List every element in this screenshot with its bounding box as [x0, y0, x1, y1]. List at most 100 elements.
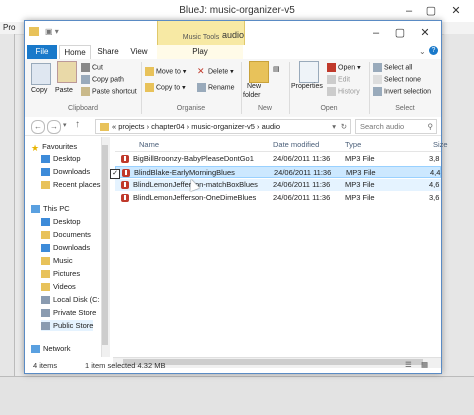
- breadcrumb[interactable]: « projects › chapter04 › music-organizer…: [95, 119, 351, 134]
- rename-label: Rename: [208, 84, 235, 92]
- file-size: 3,8: [429, 154, 440, 163]
- tab-file[interactable]: File: [27, 45, 57, 59]
- file-size: 3,6: [429, 193, 440, 202]
- file-explorer-window: ▣ ▾ Music Tools audio – ▢ ✕ File Home Sh…: [24, 20, 448, 374]
- forward-arrow-icon[interactable]: →: [47, 120, 61, 134]
- row-checkbox[interactable]: ✓: [110, 169, 120, 179]
- recent-locations-icon[interactable]: ▾: [63, 121, 67, 129]
- select-all-icon: [373, 63, 382, 72]
- open-button[interactable]: Open ▾: [327, 63, 361, 72]
- edit-icon: [327, 75, 336, 84]
- nav-public-store[interactable]: Public Store: [41, 320, 94, 331]
- bluej-side-toolbar: [0, 34, 15, 414]
- desktop-icon: [41, 218, 50, 227]
- downloads-icon: [41, 168, 50, 177]
- tab-view[interactable]: View: [125, 45, 153, 59]
- mp3-file-icon: [121, 181, 129, 189]
- address-dropdown-icon[interactable]: ▾: [332, 120, 336, 133]
- nav-label: Videos: [53, 282, 76, 291]
- paste-button[interactable]: Paste: [55, 87, 73, 94]
- paste-shortcut-button[interactable]: Paste shortcut: [81, 87, 137, 96]
- select-none-label: Select none: [384, 76, 421, 84]
- tab-share[interactable]: Share: [93, 45, 123, 59]
- copy-path-label: Copy path: [92, 76, 124, 84]
- file-date: 24/06/2011 11:36: [273, 193, 331, 202]
- new-folder-button-line2[interactable]: folder: [243, 92, 261, 99]
- column-type[interactable]: Type: [345, 140, 361, 149]
- nav-private-store[interactable]: Private Store: [41, 307, 96, 318]
- nav-local-disk[interactable]: Local Disk (C:: [41, 294, 100, 305]
- scissors-icon: [81, 63, 90, 72]
- rename-button[interactable]: Rename: [197, 83, 234, 92]
- nav-pictures[interactable]: Pictures: [41, 268, 80, 279]
- nav-label: Network: [43, 344, 71, 353]
- ribbon-expand-icon[interactable]: ⌄: [419, 47, 426, 56]
- nav-downloads[interactable]: Downloads: [41, 166, 90, 177]
- edit-button[interactable]: Edit: [327, 75, 350, 84]
- nav-label: Public Store: [53, 321, 94, 330]
- nav-pc-desktop[interactable]: Desktop: [41, 216, 81, 227]
- move-to-icon: [145, 67, 154, 76]
- search-icon[interactable]: ⚲: [428, 120, 434, 133]
- copy-to-button[interactable]: Copy to ▾: [145, 83, 186, 92]
- nav-videos[interactable]: Videos: [41, 281, 76, 292]
- nav-favourites[interactable]: ★ Favourites: [31, 141, 77, 153]
- move-to-button[interactable]: Move to ▾: [145, 67, 186, 76]
- table-row[interactable]: BlindLemonJefferson-matchBoxBlues 24/06/…: [115, 179, 441, 191]
- cut-button[interactable]: Cut: [81, 63, 103, 72]
- invert-selection-button[interactable]: Invert selection: [373, 87, 431, 96]
- network-drive-icon: [41, 309, 50, 318]
- move-to-label: Move to: [156, 68, 181, 76]
- search-input[interactable]: Search audio ⚲: [355, 119, 437, 134]
- minimize-icon[interactable]: –: [398, 3, 420, 19]
- column-name[interactable]: Name: [139, 140, 159, 149]
- table-row[interactable]: BigBillBroonzy-BabyPleaseDontGo1 24/06/2…: [115, 153, 441, 165]
- tab-play[interactable]: Play: [157, 45, 243, 59]
- close-icon[interactable]: ✕: [413, 25, 437, 41]
- help-icon[interactable]: ?: [429, 46, 438, 55]
- table-row-selected[interactable]: ✓ BlindBlake-EarlyMorningBlues 24/06/201…: [110, 166, 441, 179]
- table-row[interactable]: BlindLemonJefferson-OneDimeBlues 24/06/2…: [115, 192, 441, 204]
- column-date-modified[interactable]: Date modified: [273, 140, 319, 149]
- select-all-button[interactable]: Select all: [373, 63, 412, 72]
- nav-label: Downloads: [53, 167, 91, 176]
- refresh-icon[interactable]: ↻: [341, 120, 347, 133]
- minimize-icon[interactable]: –: [365, 25, 387, 41]
- back-arrow-icon[interactable]: ←: [31, 120, 45, 134]
- open-icon: [327, 63, 336, 72]
- close-icon[interactable]: ✕: [442, 3, 470, 19]
- delete-label: Delete: [208, 68, 229, 76]
- nav-pc-downloads[interactable]: Downloads: [41, 242, 90, 253]
- folder-icon: [100, 123, 109, 132]
- maximize-icon[interactable]: ▢: [389, 25, 411, 41]
- copy-button[interactable]: Copy: [31, 87, 47, 94]
- breadcrumb-path: « projects › chapter04 › music-organizer…: [112, 122, 280, 131]
- details-view-icon[interactable]: ☰: [405, 360, 412, 369]
- maximize-icon[interactable]: ▢: [420, 3, 442, 19]
- explorer-titlebar: ▣ ▾ Music Tools audio – ▢ ✕: [25, 21, 441, 45]
- nav-this-pc[interactable]: This PC: [31, 203, 70, 214]
- nav-recent-places[interactable]: Recent places: [41, 179, 101, 190]
- nav-label: Music: [53, 256, 73, 265]
- nav-network[interactable]: Network: [31, 343, 71, 354]
- column-size[interactable]: Size: [433, 140, 448, 149]
- up-arrow-icon[interactable]: ↑: [75, 119, 80, 130]
- large-icons-view-icon[interactable]: ▦: [421, 360, 428, 369]
- properties-button[interactable]: Properties: [291, 83, 323, 90]
- delete-button[interactable]: ✕ Delete ▾: [197, 67, 234, 76]
- new-item-icon[interactable]: ▤: [273, 65, 280, 73]
- copy-path-button[interactable]: Copy path: [81, 75, 124, 84]
- ribbon: Copy Paste Cut Copy path Paste shortcut …: [25, 59, 441, 118]
- group-label-organise: Organise: [176, 105, 206, 112]
- nav-desktop[interactable]: Desktop: [41, 153, 81, 164]
- nav-documents[interactable]: Documents: [41, 229, 91, 240]
- bluej-bottom-panel: [0, 376, 474, 415]
- menu-project[interactable]: Pro: [3, 23, 15, 32]
- select-none-button[interactable]: Select none: [373, 75, 421, 84]
- tab-home[interactable]: Home: [59, 45, 91, 60]
- select-none-icon: [373, 75, 382, 84]
- new-folder-button-line1[interactable]: New: [247, 83, 261, 90]
- nav-music[interactable]: Music: [41, 255, 73, 266]
- history-button[interactable]: History: [327, 87, 360, 96]
- nav-scrollbar-thumb[interactable]: [102, 145, 108, 345]
